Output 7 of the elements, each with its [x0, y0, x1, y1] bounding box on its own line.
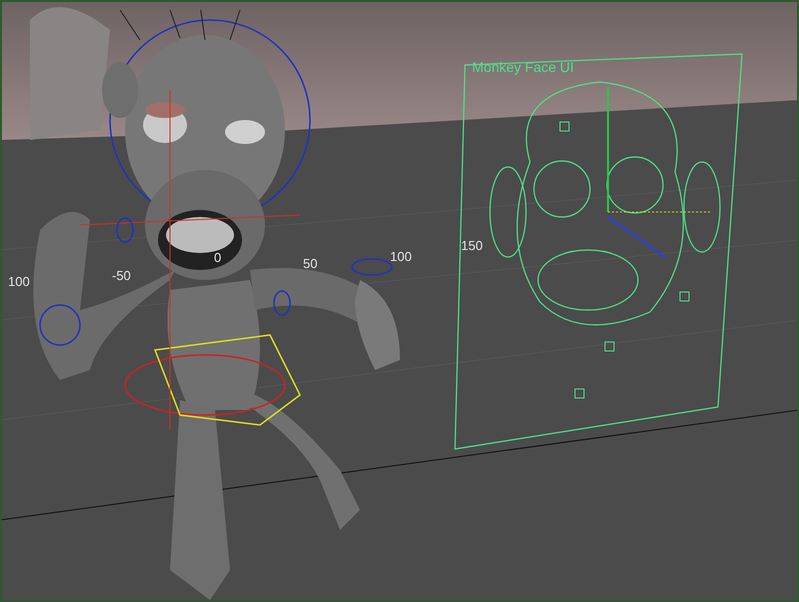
grid-label: 50: [303, 255, 318, 273]
grid-label: 100: [8, 273, 30, 291]
grid-label: 100: [390, 248, 412, 266]
grid-label: -50: [112, 267, 131, 285]
grid-label: 150: [461, 237, 483, 255]
grid-label: 0: [214, 249, 222, 267]
panel-title: Monkey Face UI: [472, 58, 574, 77]
